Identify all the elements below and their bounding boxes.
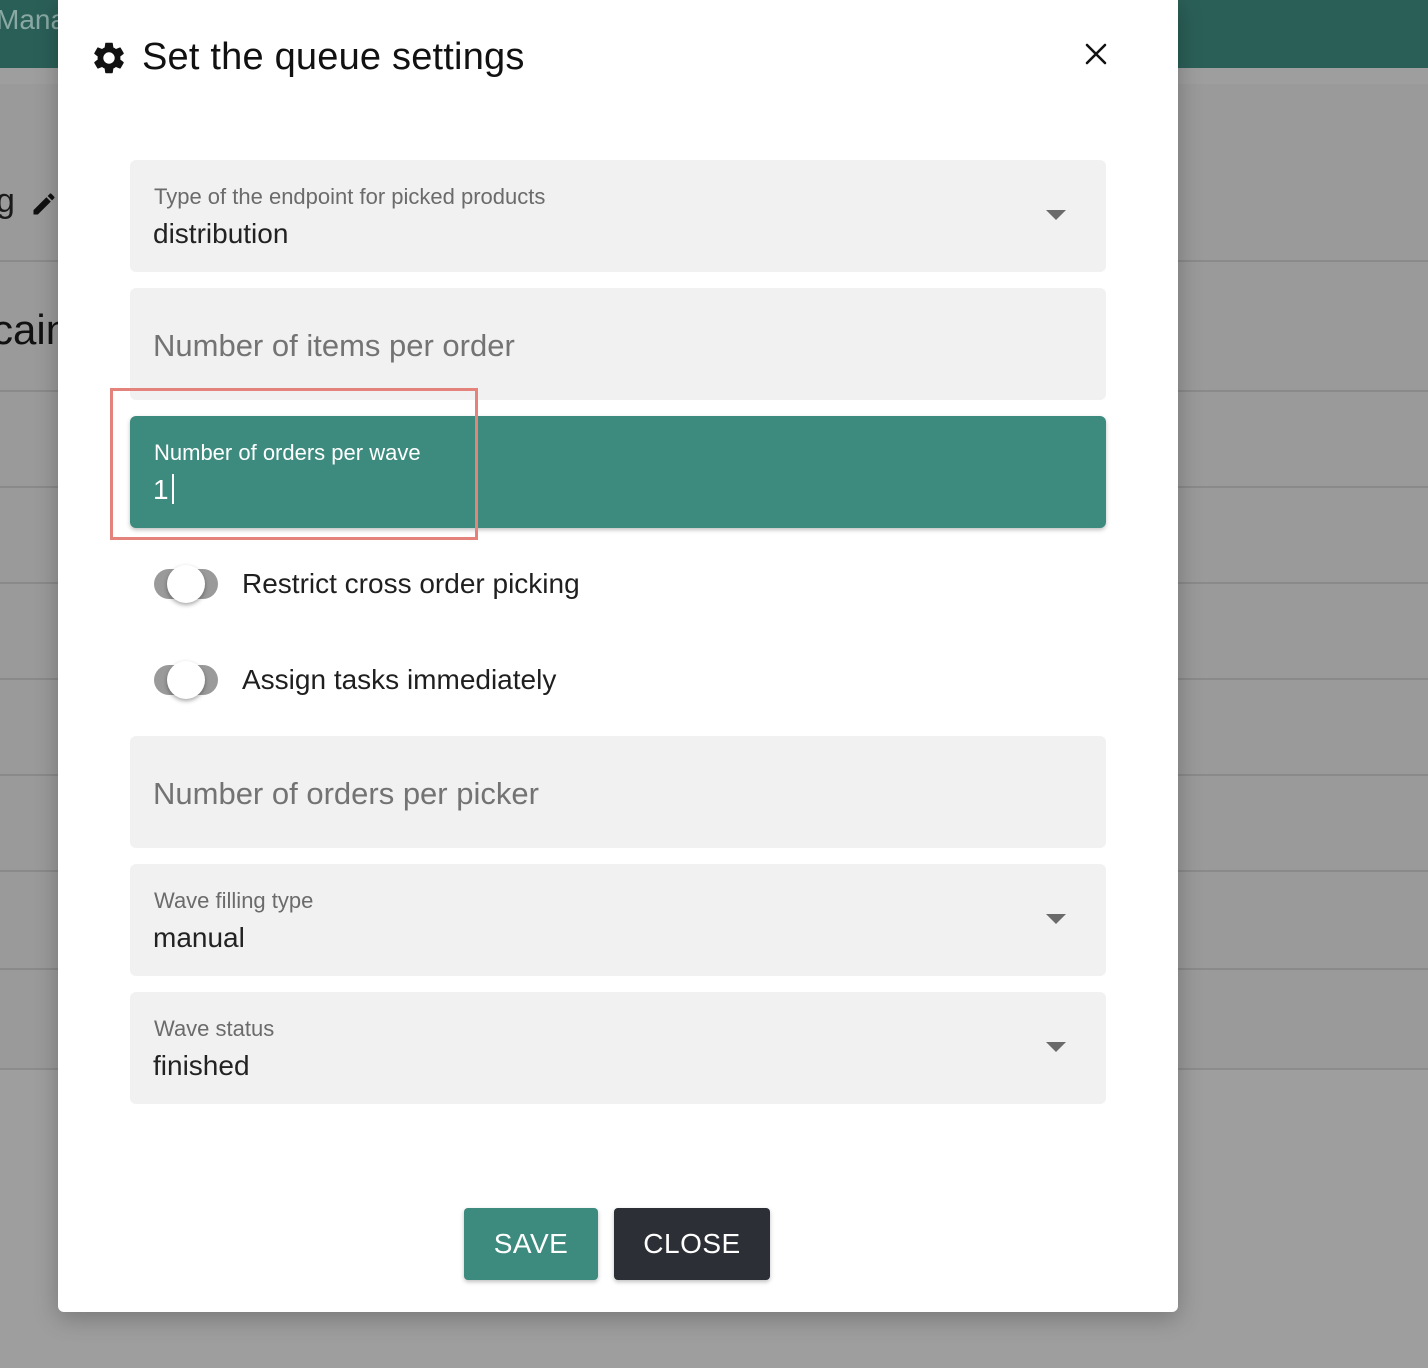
- dropdown-arrow-icon: [1046, 914, 1066, 924]
- field-value: finished: [153, 1050, 250, 1081]
- dropdown-arrow-icon: [1046, 1042, 1066, 1052]
- field-label: Number of orders per wave: [154, 440, 421, 465]
- field-label: Type of the endpoint for picked products: [154, 184, 546, 209]
- toggle-knob: [167, 565, 205, 603]
- wave-filling-type-select[interactable]: Wave filling type manual: [130, 864, 1106, 976]
- queue-settings-dialog: Set the queue settings Type of the endpo…: [58, 0, 1178, 1312]
- field-value-wrapper: 1: [153, 474, 174, 506]
- field-value: distribution: [153, 218, 289, 249]
- toggle-switch[interactable]: [154, 661, 218, 699]
- field-value: manual: [153, 922, 245, 953]
- orders-per-picker-input[interactable]: Number of orders per picker: [130, 736, 1106, 848]
- orders-per-wave-input[interactable]: Number of orders per wave 1: [130, 416, 1106, 528]
- pencil-icon: [33, 193, 55, 215]
- dropdown-arrow-icon: [1046, 210, 1066, 220]
- field-label: Wave filling type: [154, 888, 314, 913]
- close-icon-button[interactable]: [1078, 36, 1114, 72]
- toggle-label: Assign tasks immediately: [242, 664, 557, 695]
- assign-tasks-immediately-toggle[interactable]: Assign tasks immediately: [154, 661, 557, 699]
- gear-icon: [94, 42, 124, 73]
- dialog-title: Set the queue settings: [142, 36, 525, 78]
- toggle-knob: [167, 661, 205, 699]
- field-placeholder: Number of items per order: [153, 328, 515, 363]
- items-per-order-input[interactable]: Number of items per order: [130, 288, 1106, 400]
- wave-status-select[interactable]: Wave status finished: [130, 992, 1106, 1104]
- text-cursor: [171, 474, 174, 504]
- field-placeholder: Number of orders per picker: [153, 776, 539, 811]
- toggle-label: Restrict cross order picking: [242, 568, 580, 599]
- save-button[interactable]: SAVE: [464, 1208, 598, 1280]
- background-heading: g: [0, 182, 15, 220]
- endpoint-type-select[interactable]: Type of the endpoint for picked products…: [130, 160, 1106, 272]
- close-icon: [1085, 43, 1107, 65]
- restrict-cross-order-toggle[interactable]: Restrict cross order picking: [154, 565, 580, 603]
- dialog-header: Set the queue settings: [90, 36, 525, 79]
- toggle-switch[interactable]: [154, 565, 218, 603]
- close-button[interactable]: CLOSE: [614, 1208, 770, 1280]
- field-value: 1: [153, 474, 169, 505]
- field-label: Wave status: [154, 1016, 275, 1041]
